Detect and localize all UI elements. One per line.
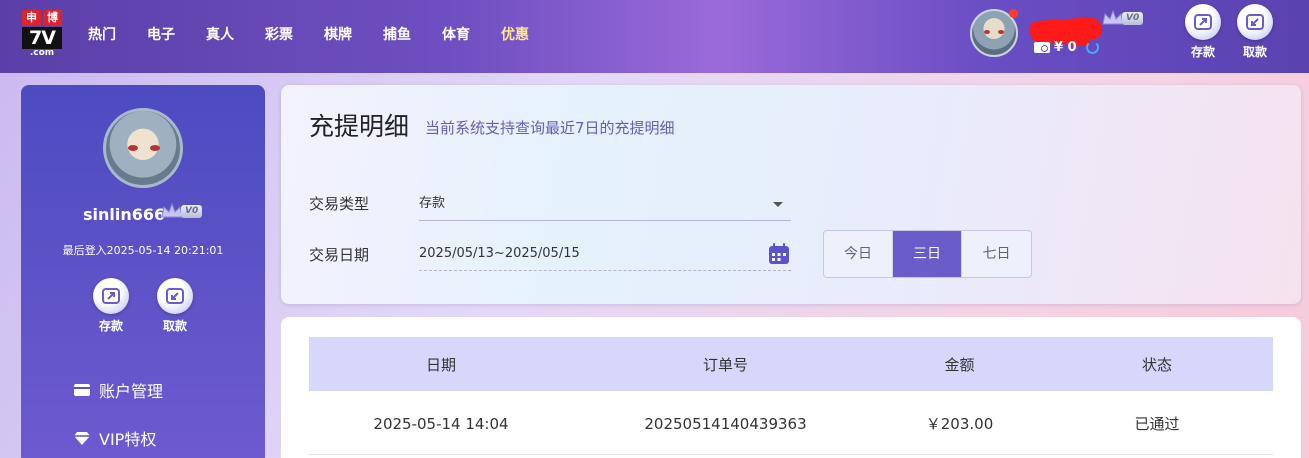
range-7day-button[interactable]: 七日	[962, 231, 1031, 277]
page-subtitle: 当前系统支持查询最近7日的充提明细	[425, 119, 675, 137]
header-withdraw-button[interactable]: 取款	[1236, 4, 1274, 60]
top-navbar: 申 博 7V .com 热门 电子 真人 彩票 棋牌 捕鱼 体育 优惠 V0 ¥…	[0, 0, 1309, 73]
header-deposit-label: 存款	[1190, 45, 1215, 59]
nav-item-live[interactable]: 真人	[206, 24, 234, 44]
page-title: 充提明细	[309, 112, 410, 141]
header-withdraw-label: 取款	[1242, 45, 1267, 59]
deposit-icon	[1194, 14, 1212, 30]
sidebar-item-label: VIP特权	[99, 430, 157, 449]
chevron-down-icon	[773, 202, 783, 207]
cell-status: 已通过	[1134, 415, 1180, 433]
transaction-type-label: 交易类型	[309, 195, 370, 213]
nav-item-fishing[interactable]: 捕鱼	[383, 24, 411, 44]
wallet-card-icon	[74, 384, 90, 396]
col-header-order: 订单号	[702, 355, 748, 374]
balance-value: ¥ 0	[1054, 40, 1077, 55]
cell-date: 2025-05-14 14:04	[373, 414, 509, 433]
nav-item-slots[interactable]: 电子	[147, 24, 175, 44]
nav-item-hot[interactable]: 热门	[88, 24, 116, 44]
col-header-status: 状态	[1141, 355, 1172, 374]
transaction-type-value: 存款	[419, 196, 446, 211]
header-deposit-button[interactable]: 存款	[1184, 4, 1222, 60]
transaction-date-value: 2025/05/13~2025/05/15	[419, 246, 580, 261]
records-table-card: 日期 订单号 金额 状态 2025-05-14 14:04 2025051414…	[281, 317, 1301, 458]
header-vip-badge: V0	[1101, 9, 1144, 27]
logo-domain: .com	[29, 48, 55, 58]
logo-text: 7V	[22, 27, 62, 49]
refresh-icon[interactable]	[1085, 41, 1099, 54]
cell-amount: ￥203.00	[925, 415, 994, 433]
header-vip-level: V0	[1122, 11, 1144, 25]
header-avatar[interactable]	[970, 9, 1018, 57]
sidebar-deposit-button[interactable]: 存款	[92, 278, 130, 334]
table-header: 日期 订单号 金额 状态	[309, 337, 1273, 391]
sidebar-withdraw-button[interactable]: 取款	[156, 278, 194, 334]
cell-order-number: 20250514140439363	[644, 414, 807, 433]
withdraw-icon	[166, 288, 184, 304]
sidebar-deposit-label: 存款	[98, 319, 123, 333]
filter-panel: 充提明细 当前系统支持查询最近7日的充提明细 交易类型 存款 交易日期 2025…	[281, 85, 1301, 304]
range-3day-button[interactable]: 三日	[893, 231, 962, 277]
nav-item-lottery[interactable]: 彩票	[265, 24, 293, 44]
col-header-date: 日期	[425, 355, 456, 374]
logo-char-2: 博	[43, 10, 62, 26]
brand-logo[interactable]: 申 博 7V .com	[22, 10, 62, 58]
deposit-icon	[102, 288, 120, 304]
nav-item-sports[interactable]: 体育	[442, 24, 470, 44]
nav-item-cards[interactable]: 棋牌	[324, 24, 352, 44]
table-row: 2025-05-14 14:04 20250514140439363 ￥203.…	[309, 393, 1273, 455]
range-today-button[interactable]: 今日	[824, 231, 893, 277]
transaction-date-label: 交易日期	[309, 246, 370, 264]
nav-item-promo[interactable]: 优惠	[501, 24, 529, 44]
col-header-amount: 金额	[944, 355, 975, 374]
account-sidebar: sinlin666 V0 最后登入2025-05-14 20:21:01 存款 …	[21, 85, 265, 458]
withdraw-icon	[1246, 14, 1264, 30]
sidebar-item-vip[interactable]: VIP特权	[73, 426, 156, 450]
date-range-toggle: 今日 三日 七日	[823, 230, 1032, 278]
wallet-balance: ¥ 0	[1034, 40, 1099, 55]
main-nav: 热门 电子 真人 彩票 棋牌 捕鱼 体育 优惠	[88, 24, 529, 44]
avatar[interactable]	[103, 108, 183, 188]
logo-char-1: 申	[22, 10, 41, 26]
notification-dot	[1009, 9, 1018, 18]
sidebar-vip-level: V0	[181, 204, 203, 218]
transaction-type-select[interactable]: 存款	[419, 187, 791, 221]
sidebar-withdraw-label: 取款	[162, 319, 187, 333]
calendar-icon[interactable]	[767, 242, 791, 266]
last-login-time: 最后登入2025-05-14 20:21:01	[62, 244, 224, 257]
wallet-icon	[1034, 42, 1050, 53]
sidebar-item-account[interactable]: 账户管理	[73, 378, 163, 402]
username: sinlin666	[83, 205, 166, 224]
transaction-date-picker[interactable]: 2025/05/13~2025/05/15	[419, 237, 791, 271]
diamond-icon	[74, 432, 90, 445]
sidebar-vip-badge: V0	[160, 202, 203, 220]
sidebar-item-label: 账户管理	[99, 382, 164, 401]
